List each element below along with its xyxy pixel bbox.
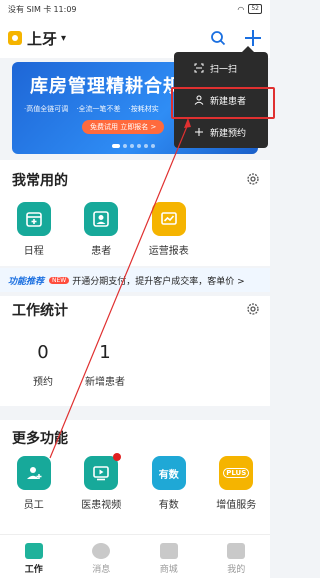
chevron-down-icon[interactable]: ▾ [61, 33, 66, 44]
banner-tags: ·高值全链可调 ·全流一笔不差 ·按耗材实 [24, 104, 159, 114]
store-icon [159, 543, 178, 559]
battery-icon: 52 [248, 4, 262, 14]
plus-service-icon: PLUS [219, 456, 254, 490]
favorite-item-schedule[interactable]: 日程 [0, 202, 68, 257]
plus-icon[interactable] [244, 29, 262, 47]
favorites-title: 我常用的 [12, 173, 68, 189]
notification-dot [113, 453, 122, 461]
youshu-icon: 有数 [151, 456, 186, 490]
carrier-text: 没有 SIM 卡 [8, 4, 52, 14]
wifi-icon: ◠ [237, 4, 245, 14]
more-title: 更多功能 [12, 431, 68, 447]
profile-icon [227, 543, 246, 559]
stat-new-patients[interactable]: 1 新增患者 [70, 334, 140, 402]
banner-tag: ·按耗材实 [128, 105, 159, 113]
tab-work[interactable]: 工作 [0, 535, 68, 578]
more-functions-section: 更多功能 员工 医患视频 有数 有数 PLUS 增值服务 [0, 420, 270, 534]
search-icon[interactable] [210, 30, 226, 46]
tab-messages[interactable]: 消息 [68, 535, 136, 578]
function-item-staff[interactable]: 员工 [0, 456, 68, 511]
carousel-dots [112, 144, 155, 148]
patient-icon [84, 202, 119, 236]
scan-icon [194, 63, 204, 73]
status-bar: 没有 SIM 卡 11:09 ◠ 52 [0, 0, 270, 18]
stat-value: 0 [37, 342, 49, 363]
function-item-value-added[interactable]: PLUS 增值服务 [203, 456, 271, 511]
banner-tag: ·高值全链可调 [24, 105, 69, 113]
clinic-logo-icon [8, 31, 22, 45]
stat-label: 预约 [33, 377, 53, 388]
tab-store[interactable]: 商城 [135, 535, 203, 578]
favorite-item-patients[interactable]: 患者 [68, 202, 136, 257]
work-icon [24, 543, 43, 559]
stat-value: 1 [99, 342, 111, 363]
promo-text: 开通分期支付，提升客户成交率，客单价 > [72, 276, 245, 287]
favorite-label: 患者 [91, 246, 112, 257]
banner-tag: ·全流一笔不差 [76, 105, 121, 113]
promo-tag: 功能推荐 [8, 276, 45, 287]
banner-cta-button[interactable]: 免费试用 立即报名 > [82, 120, 165, 134]
plus-icon [195, 128, 203, 136]
favorite-label: 日程 [23, 246, 44, 257]
favorites-section: 我常用的 日程 患者 运营报表 [0, 160, 270, 266]
feature-recommendation[interactable]: 功能推荐 NEW 开通分期支付，提升客户成交率，客单价 > [0, 268, 270, 292]
stats-title: 工作统计 [12, 303, 68, 319]
function-item-video[interactable]: 医患视频 [68, 453, 136, 511]
function-label: 增值服务 [216, 500, 257, 511]
calendar-icon [16, 202, 51, 236]
tab-profile[interactable]: 我的 [203, 535, 271, 578]
function-label: 有数 [158, 500, 179, 511]
highlight-box [171, 87, 275, 119]
stat-label: 新增患者 [85, 377, 125, 388]
function-label: 员工 [23, 500, 44, 511]
new-badge: NEW [49, 276, 70, 284]
favorite-label: 运营报表 [148, 246, 189, 257]
message-icon [92, 543, 111, 559]
function-item-youshu[interactable]: 有数 有数 [135, 456, 203, 511]
report-icon [151, 202, 186, 236]
gear-icon[interactable] [246, 172, 260, 186]
video-icon [84, 453, 122, 490]
staff-icon [16, 456, 51, 490]
time-text: 11:09 [53, 4, 77, 14]
menu-item-new-appointment[interactable]: 新建预约 [174, 116, 268, 148]
gear-icon[interactable] [246, 302, 260, 316]
function-label: 医患视频 [81, 500, 122, 511]
clinic-name[interactable]: 上牙 [27, 28, 57, 49]
menu-item-scan[interactable]: 扫一扫 [174, 52, 268, 84]
bottom-tab-bar: 工作 消息 商城 我的 [0, 534, 270, 578]
stat-appointments[interactable]: 0 预约 [8, 334, 78, 402]
favorite-item-report[interactable]: 运营报表 [135, 202, 203, 257]
